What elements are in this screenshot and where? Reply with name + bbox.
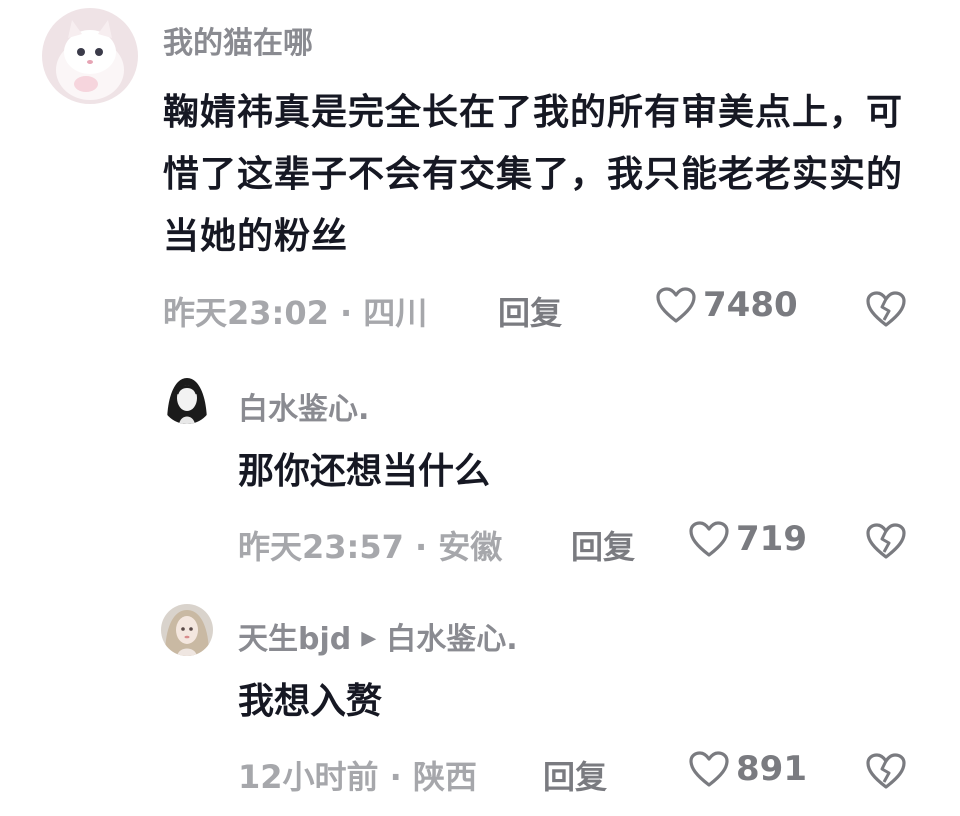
sketch-girl-avatar-icon <box>161 372 213 424</box>
heart-outline-icon <box>656 287 696 323</box>
avatar[interactable] <box>161 372 213 424</box>
white-kitten-avatar-icon <box>42 8 138 104</box>
like-count: 7480 <box>703 285 798 325</box>
comment-username[interactable]: 白水鉴心. <box>238 384 369 428</box>
comment-username[interactable]: 我的猫在哪 <box>163 18 313 62</box>
comment-time-location: 昨天23:57 · 安徽 <box>238 528 503 566</box>
like-button[interactable]: 891 <box>688 749 807 789</box>
like-button[interactable]: 7480 <box>655 285 798 325</box>
comment-text: 我想入赘 <box>238 681 383 722</box>
avatar[interactable] <box>161 604 213 656</box>
heart-outline-icon <box>689 751 729 787</box>
comment-time-location: 昨天23:02 · 四川 <box>163 294 428 332</box>
reply-button[interactable]: 回复 <box>571 522 635 568</box>
comment-text: 那你还想当什么 <box>238 451 491 492</box>
reply-button[interactable]: 回复 <box>498 288 562 334</box>
broken-heart-icon <box>866 523 906 559</box>
broken-heart-icon <box>866 753 906 789</box>
comment-item: 我的猫在哪 鞠婧祎真是完全长在了我的所有审美点上，可惜了这辈子不会有交集了，我只… <box>0 0 960 350</box>
dislike-button[interactable] <box>864 751 908 791</box>
dislike-button[interactable] <box>864 289 908 329</box>
reply-item: 白水鉴心. 那你还想当什么 昨天23:57 · 安徽 回复 719 <box>0 360 960 580</box>
doll-avatar-icon <box>161 604 213 656</box>
like-count: 719 <box>736 519 807 559</box>
like-count: 891 <box>736 749 807 789</box>
reply-item: 天生bjd ▸ 白水鉴心. 我想入赘 12小时前 · 陕西 回复 891 <box>0 590 960 816</box>
reply-to-username[interactable]: 白水鉴心. <box>386 622 517 657</box>
dislike-button[interactable] <box>864 521 908 561</box>
comment-text: 鞠婧祎真是完全长在了我的所有审美点上，可惜了这辈子不会有交集了，我只能老老实实的… <box>163 92 904 257</box>
comment-time-location: 12小时前 · 陕西 <box>238 758 477 796</box>
broken-heart-icon <box>866 291 906 327</box>
comment-username-line: 天生bjd ▸ 白水鉴心. <box>238 614 518 658</box>
reply-button[interactable]: 回复 <box>543 752 607 798</box>
comment-username[interactable]: 天生bjd <box>238 622 351 657</box>
triangle-right-icon: ▸ <box>361 620 377 655</box>
heart-outline-icon <box>689 521 729 557</box>
avatar[interactable] <box>42 8 138 104</box>
like-button[interactable]: 719 <box>688 519 807 559</box>
